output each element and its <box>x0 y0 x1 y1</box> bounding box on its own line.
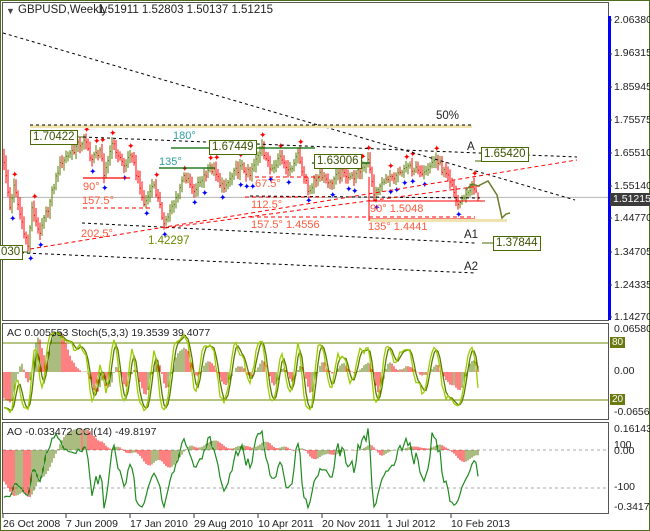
fractal-up-marker: ✦ <box>259 131 267 141</box>
label-angle-157: 157.5° <box>82 195 114 207</box>
fractal-down-marker: ✦ <box>401 179 409 189</box>
ind1-axis-bottom: -0.06564 <box>614 406 650 418</box>
label-low-2: 1.42297 <box>148 235 190 247</box>
label-wave-a1: A1 <box>464 229 479 241</box>
fractal-up-marker: ✦ <box>127 142 135 152</box>
price-tick: 1.14270 <box>614 311 650 323</box>
label-wave-a: A <box>467 141 475 153</box>
price-tick: 2.06380 <box>614 14 650 26</box>
time-tick: 29 Aug 2010 <box>194 518 253 530</box>
time-tick: 1 Jul 2012 <box>387 518 436 530</box>
current-price-label: 1.51215 <box>610 193 650 206</box>
fractal-down-marker: ✦ <box>191 199 199 209</box>
fractal-down-marker: ✦ <box>421 180 429 190</box>
ind1-level-80: 80 <box>610 337 626 348</box>
fractal-down-marker: ✦ <box>409 177 417 187</box>
ind1-axis-zero: 0.00 <box>614 365 635 377</box>
fractal-up-marker: ✦ <box>153 171 161 181</box>
fractal-down-marker: ✦ <box>393 186 401 196</box>
fractal-down-marker: ✦ <box>121 174 129 184</box>
trendline-a2 <box>3 251 476 274</box>
fractal-down-marker: ✦ <box>143 210 151 220</box>
label-angle-202: 202.5° <box>81 228 113 240</box>
label-angle-135: 135° <box>159 156 182 168</box>
fractal-down-marker: ✦ <box>101 184 109 194</box>
fractal-down-marker: ✦ <box>37 241 45 251</box>
label-high-2[interactable]: 1.67449 <box>209 140 257 155</box>
fractal-up-marker: ✦ <box>109 129 117 139</box>
fractal-up-marker: ✦ <box>471 169 479 179</box>
fractal-down-marker: ✦ <box>9 214 17 224</box>
fractal-up-marker: ✦ <box>387 162 395 172</box>
cci-line <box>3 428 479 510</box>
fractal-up-marker: ✦ <box>181 164 189 174</box>
time-tick: 7 Jun 2009 <box>66 518 118 530</box>
label-angle-90: 90° <box>83 181 100 193</box>
indicator2-plot <box>3 428 608 510</box>
fractal-up-marker: ✦ <box>409 150 417 160</box>
price-tick: 1.85945 <box>614 81 650 93</box>
fractal-down-marker: ✦ <box>305 196 313 206</box>
stoch-signal-line <box>3 332 479 411</box>
indicator2-readout: AO -0.033472 CCI(14) -49.8197 <box>7 426 157 438</box>
ind1-level-20: 20 <box>610 394 626 405</box>
fractal-up-marker: ✦ <box>11 170 19 180</box>
price-tick: 1.24335 <box>614 279 650 291</box>
fractal-down-marker: ✦ <box>219 194 227 204</box>
fractal-down-marker: ✦ <box>201 189 209 199</box>
outer-frame <box>0 0 650 531</box>
ind2-axis-m100: -100 <box>614 481 636 493</box>
fractal-up-marker: ✦ <box>277 142 285 152</box>
fractal-up-marker: ✦ <box>31 192 39 202</box>
fractal-down-marker: ✦ <box>27 255 35 265</box>
price-tick: 1.65510 <box>614 147 650 159</box>
label-angle-180: 180° <box>173 130 196 142</box>
time-tick: 17 Jan 2010 <box>130 518 188 530</box>
label-high-3[interactable]: 1.63006 <box>314 154 362 169</box>
price-tick: 1.55140 <box>614 180 650 192</box>
chart-canvas[interactable]: ✦✦✦✦✦✦✦✦✦✦✦✦✦✦✦✦✦✦✦✦✦✦✦✦✦✦✦✦✦✦✦✦✦✦✦✦✦✦✦✦… <box>0 0 650 531</box>
ind1-axis-top: 0.065806 <box>614 323 650 335</box>
label-angle-112: 112.5° <box>251 199 283 211</box>
dropdown-triangle-icon[interactable]: ▼ <box>6 5 15 17</box>
label-fifty-percent: 50% <box>436 110 460 122</box>
price-tick: 1.75575 <box>614 114 650 126</box>
fractal-down-marker: ✦ <box>89 168 97 178</box>
label-angle-135-price: 135° 1.4441 <box>368 221 428 233</box>
chart-window: ✦ ✦ ✦ ✦ ✦ ✦ ✦ ✦ ✦ ✦ ✦ ✦ ✦ ✦ ✦ ✦ ✦ ✦ ✦ ✦ ✦ ✦ ✦ ✦ ✦ ✦ ✦ ✦ ✦ ✦ ✦ ✦ ✦ ✦ ✦ ✦ ✦ ✦ ✦ ✦… <box>0 0 650 531</box>
label-high-1[interactable]: 1.70422 <box>30 130 78 145</box>
time-tick: 10 Apr 2011 <box>258 518 314 530</box>
time-tick: 20 Nov 2011 <box>322 518 381 530</box>
ohlc-readout: 1.51911 1.52803 1.50137 1.51215 <box>98 4 274 16</box>
price-tick: 1.44770 <box>614 212 650 224</box>
time-tick: 10 Feb 2013 <box>451 518 510 530</box>
label-angle-67: 67.5° <box>255 178 281 190</box>
indicator1-plot <box>3 331 608 414</box>
time-tick: 26 Oct 2008 <box>3 518 61 530</box>
fractal-down-marker: ✦ <box>285 178 293 188</box>
symbol-title: GBPUSD,Weekly <box>18 4 108 16</box>
label-wave-a2: A2 <box>464 261 479 273</box>
ind2-axis-zero: 0.00 <box>614 445 635 457</box>
label-low-1[interactable]: 030 <box>0 245 24 260</box>
ind2-axis-bottom: -0.34171 <box>614 501 650 513</box>
fractal-up-marker: ✦ <box>297 138 305 148</box>
indicator1-readout: AC 0.005553 Stoch(5,3,3) 19.3539 39.4077 <box>7 327 211 339</box>
label-angle-157-price: 157.5° 1.4556 <box>251 219 320 231</box>
ind2-axis-top: 0.161431 <box>614 423 650 435</box>
price-tick: 1.34705 <box>614 246 650 258</box>
price-tick: 1.96315 <box>614 47 650 59</box>
label-target-a1[interactable]: 1.37844 <box>493 236 541 251</box>
price-scale-bar <box>608 16 611 320</box>
fractal-up-marker: ✦ <box>433 144 441 154</box>
label-angle-90-price: 90° 1.5048 <box>370 203 424 215</box>
label-target-a[interactable]: 1.65420 <box>481 147 529 162</box>
